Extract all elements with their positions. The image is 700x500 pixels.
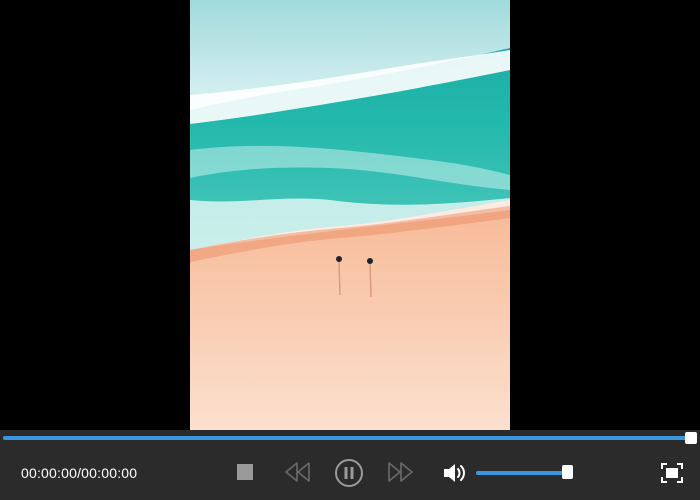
stop-icon <box>237 464 253 480</box>
rewind-button[interactable] <box>284 459 312 485</box>
seek-thumb[interactable] <box>685 432 697 444</box>
volume-thumb[interactable] <box>562 465 574 479</box>
seek-progress <box>3 436 691 440</box>
volume-slider[interactable] <box>476 465 574 479</box>
volume-level <box>476 471 568 475</box>
pause-icon <box>335 459 363 487</box>
player-controls: 00:00:00/00:00:00 <box>0 430 700 500</box>
volume-button[interactable] <box>441 461 467 485</box>
fullscreen-icon <box>661 463 683 483</box>
beach-aerial-image <box>190 0 510 430</box>
video-area[interactable] <box>0 0 700 430</box>
fast-forward-icon <box>388 462 413 482</box>
video-frame <box>190 0 510 430</box>
rewind-icon <box>285 462 310 482</box>
volume-icon <box>444 464 465 482</box>
fullscreen-button[interactable] <box>660 461 684 485</box>
time-display: 00:00:00/00:00:00 <box>21 465 138 481</box>
stop-button[interactable] <box>234 461 256 483</box>
pause-button[interactable] <box>333 457 365 489</box>
seek-bar[interactable] <box>3 432 697 444</box>
fast-forward-button[interactable] <box>386 459 414 485</box>
